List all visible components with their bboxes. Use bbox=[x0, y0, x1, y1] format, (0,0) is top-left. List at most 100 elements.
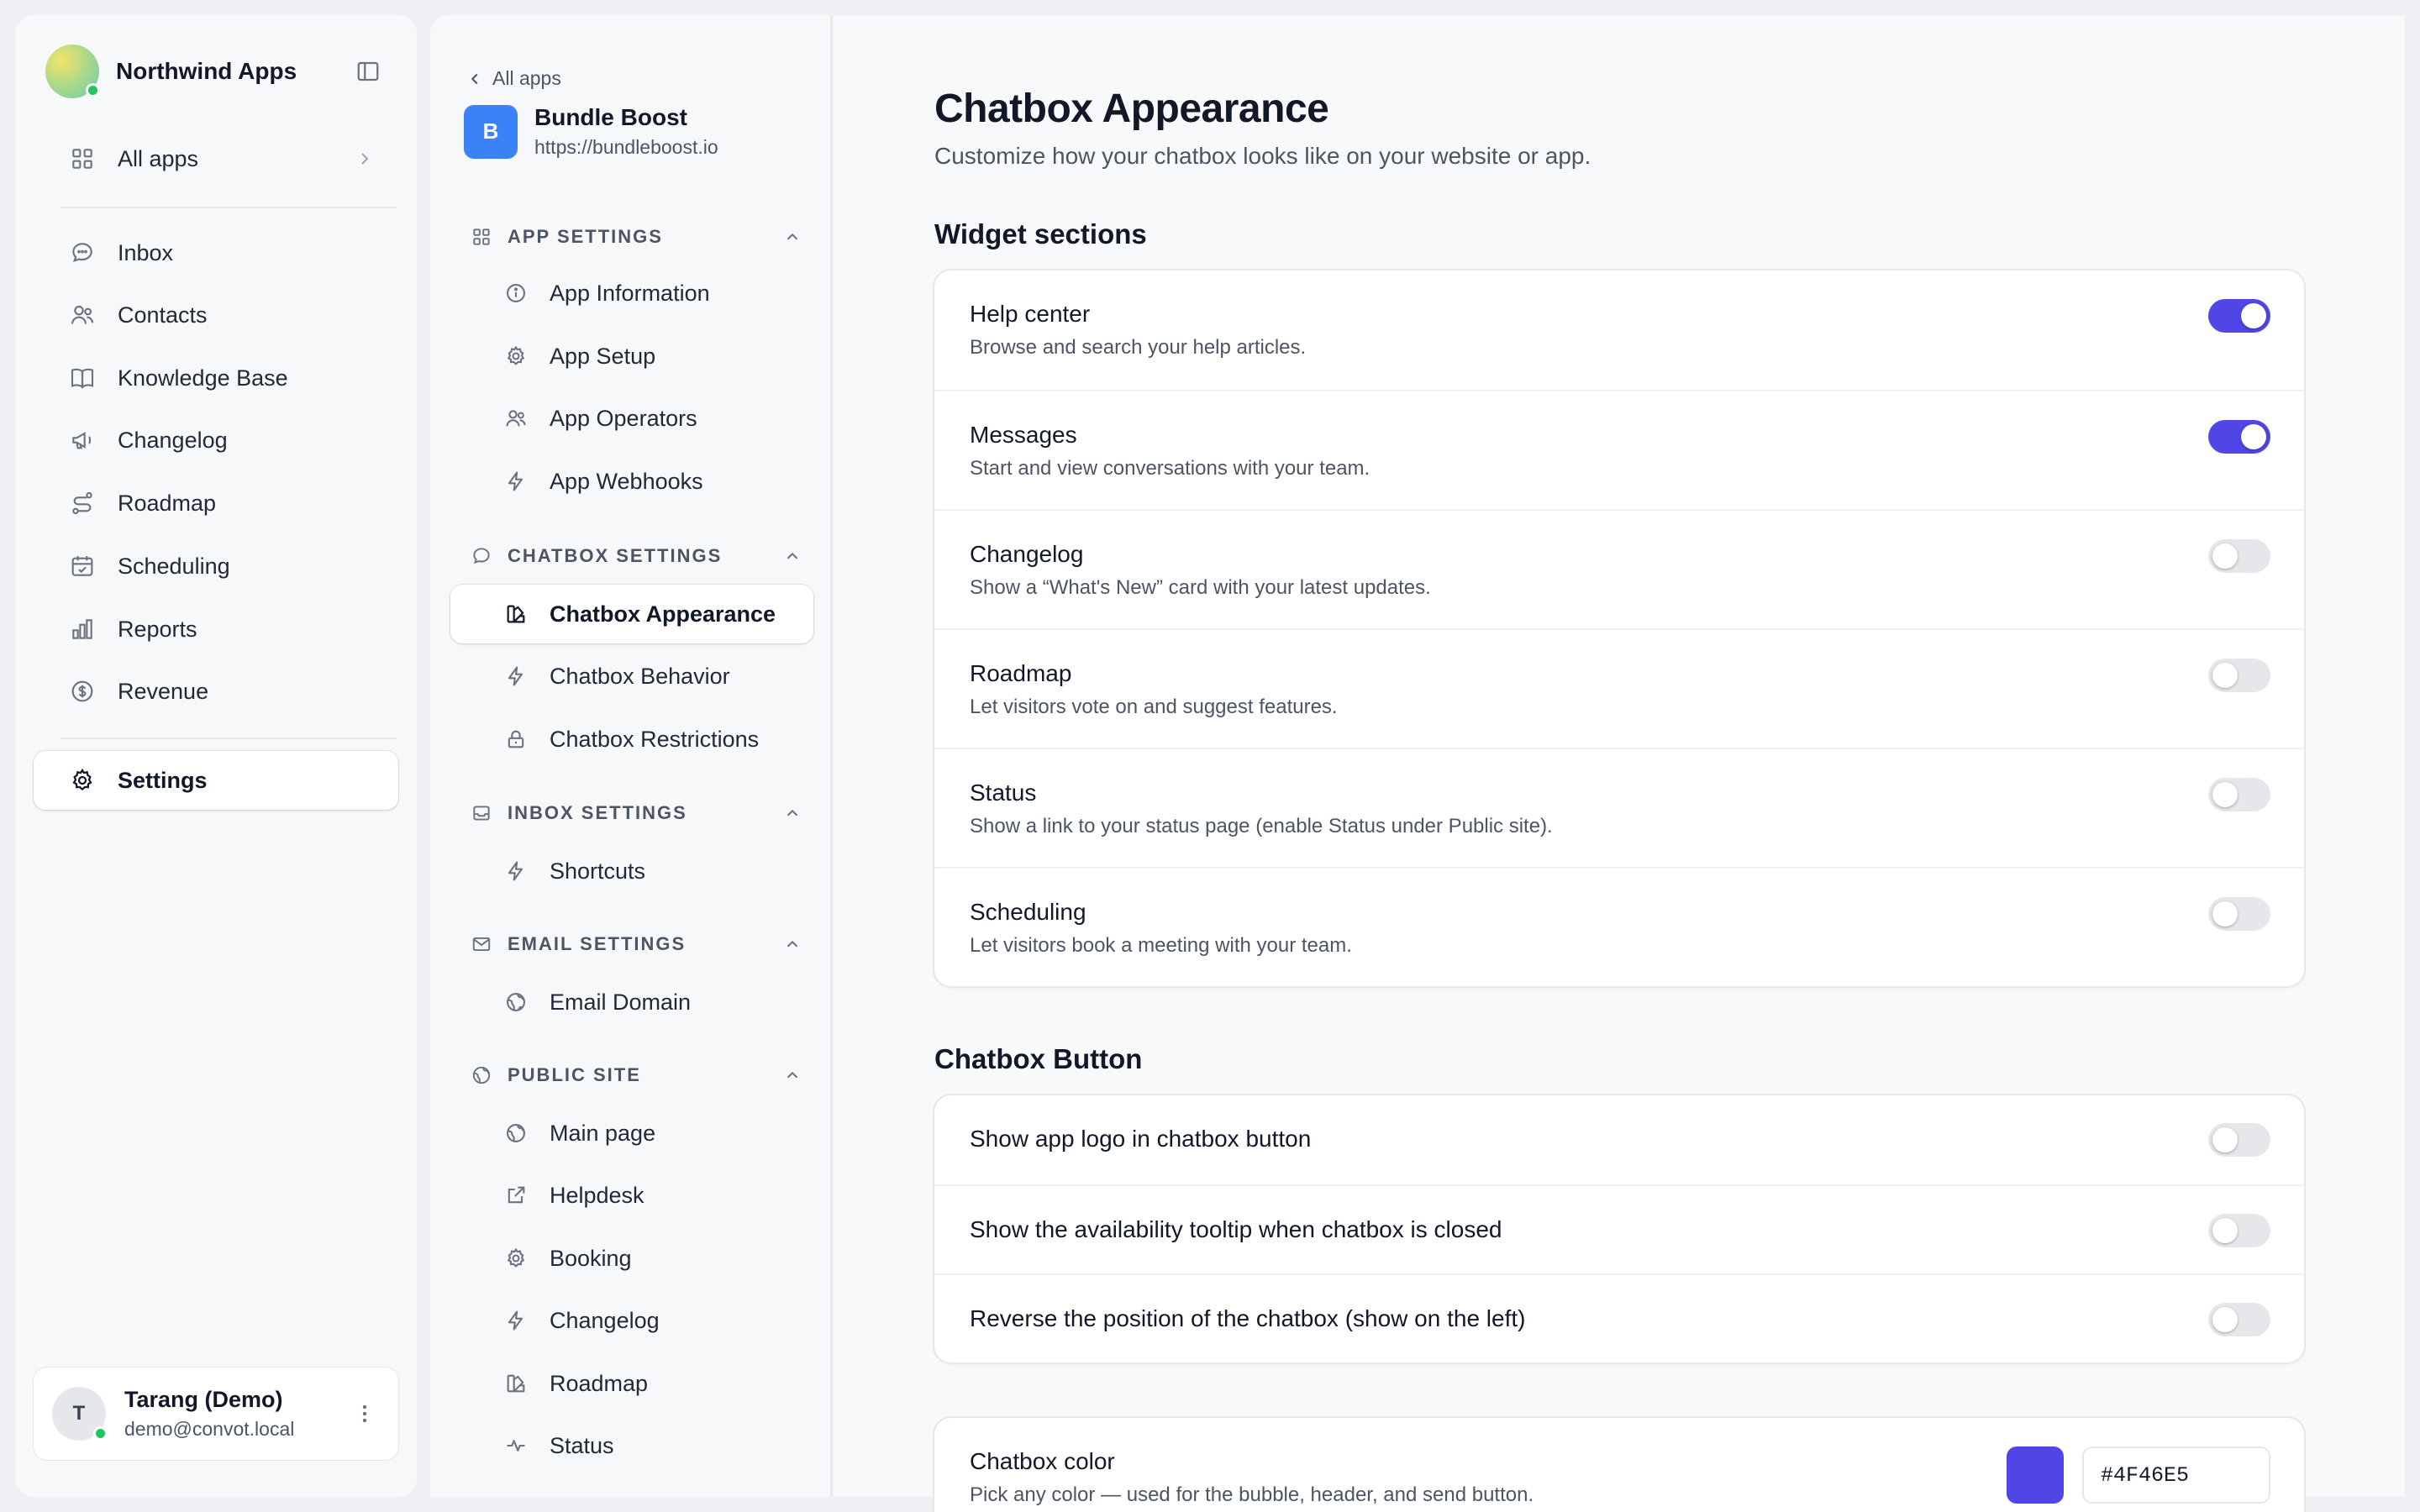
book-icon bbox=[71, 368, 94, 389]
panel-item-changelog[interactable]: Changelog bbox=[450, 1291, 813, 1350]
collapse-sidebar-button[interactable] bbox=[350, 53, 387, 90]
sidebar-item-scheduling[interactable]: Scheduling bbox=[34, 537, 398, 596]
online-indicator bbox=[86, 83, 100, 97]
bar-chart-icon bbox=[72, 619, 92, 639]
setting-row-roadmap: Roadmap Let visitors vote on and suggest… bbox=[934, 628, 2304, 748]
chatbox-color-card: Chatbox color Pick any color — used for … bbox=[934, 1418, 2304, 1512]
chatbox-button-title: Chatbox Button bbox=[934, 1043, 1143, 1074]
color-hex-input[interactable] bbox=[2082, 1446, 2270, 1504]
reverse-position-toggle[interactable] bbox=[2208, 1303, 2270, 1336]
sidebar-item-settings[interactable]: Settings bbox=[34, 751, 398, 810]
gear-icon bbox=[72, 768, 92, 791]
color-swatch[interactable] bbox=[2007, 1446, 2064, 1504]
setting-description: Browse and search your help articles. bbox=[970, 336, 1307, 359]
sidebar-item-label: Knowledge Base bbox=[118, 365, 288, 391]
setting-title: Messages bbox=[970, 422, 1077, 448]
sidebar-item-knowledge-base[interactable]: Knowledge Base bbox=[34, 349, 398, 407]
panel-item-app-setup[interactable]: App Setup bbox=[450, 327, 813, 386]
help-center-toggle[interactable] bbox=[2208, 299, 2270, 333]
gear-icon bbox=[507, 1247, 525, 1268]
section-email-settings[interactable]: EMAIL SETTINGS bbox=[471, 927, 802, 961]
setting-row-reverse-position: Reverse the position of the chatbox (sho… bbox=[934, 1273, 2304, 1362]
avatar: T bbox=[52, 1387, 108, 1441]
section-chatbox-settings[interactable]: CHATBOX SETTINGS bbox=[471, 539, 802, 573]
sidebar-item-revenue[interactable]: Revenue bbox=[34, 662, 398, 721]
sidebar-item-changelog[interactable]: Changelog bbox=[34, 411, 398, 470]
setting-row-status: Status Show a link to your status page (… bbox=[934, 748, 2304, 867]
lock-icon bbox=[508, 730, 524, 748]
sidebar-item-roadmap[interactable]: Roadmap bbox=[34, 474, 398, 533]
panel-item-shortcuts[interactable]: Shortcuts bbox=[450, 842, 813, 900]
panel-item-label: Helpdesk bbox=[550, 1182, 644, 1208]
panel-item-label: Main page bbox=[550, 1120, 656, 1146]
panel-item-email-domain[interactable]: Email Domain bbox=[450, 973, 813, 1032]
panel-item-label: Email Domain bbox=[550, 989, 692, 1015]
panel-item-app-information[interactable]: App Information bbox=[450, 264, 813, 323]
messages-toggle[interactable] bbox=[2208, 420, 2270, 454]
sidebar-item-label: All apps bbox=[118, 145, 199, 171]
bolt-icon bbox=[508, 666, 523, 686]
status-toggle[interactable] bbox=[2208, 778, 2270, 811]
page-subtitle: Customize how your chatbox looks like on… bbox=[934, 143, 1591, 169]
brand-logo bbox=[45, 45, 100, 98]
show-logo-toggle[interactable] bbox=[2208, 1123, 2270, 1157]
setting-description: Let visitors vote on and suggest feature… bbox=[970, 696, 1338, 718]
setting-title: Status bbox=[970, 780, 1037, 806]
availability-tooltip-toggle[interactable] bbox=[2208, 1214, 2270, 1247]
panel-item-chatbox-behavior[interactable]: Chatbox Behavior bbox=[450, 647, 813, 706]
setting-row-scheduling: Scheduling Let visitors book a meeting w… bbox=[934, 867, 2304, 986]
panel-item-helpdesk[interactable]: Helpdesk bbox=[450, 1166, 813, 1225]
palette-icon bbox=[507, 1374, 525, 1393]
chevron-up-icon bbox=[786, 1071, 798, 1079]
panel-item-booking[interactable]: Booking bbox=[450, 1229, 813, 1288]
panel-item-status[interactable]: Status bbox=[450, 1416, 813, 1475]
panel-item-app-operators[interactable]: App Operators bbox=[450, 389, 813, 448]
chevron-up-icon bbox=[786, 552, 798, 559]
section-title: INBOX SETTINGS bbox=[508, 802, 687, 823]
app-name: Bundle Boost bbox=[534, 104, 687, 130]
user-email: demo@convot.local bbox=[124, 1418, 295, 1440]
divider bbox=[60, 207, 397, 208]
changelog-toggle[interactable] bbox=[2208, 539, 2270, 573]
section-app-settings[interactable]: APP SETTINGS bbox=[471, 220, 802, 254]
setting-description: Show a “What's New” card with your lates… bbox=[970, 576, 1431, 599]
section-inbox-settings[interactable]: INBOX SETTINGS bbox=[471, 796, 802, 830]
setting-title: Scheduling bbox=[970, 899, 1086, 925]
panel-item-label: App Information bbox=[550, 280, 710, 306]
panel-item-label: Changelog bbox=[550, 1307, 660, 1333]
grid-icon bbox=[72, 149, 92, 169]
scheduling-toggle[interactable] bbox=[2208, 897, 2270, 931]
globe-icon bbox=[507, 1124, 525, 1142]
panel-item-main-page[interactable]: Main page bbox=[450, 1104, 813, 1163]
panel-item-chatbox-restrictions[interactable]: Chatbox Restrictions bbox=[450, 710, 813, 769]
sidebar-item-reports[interactable]: Reports bbox=[34, 600, 398, 659]
globe-icon bbox=[472, 1066, 491, 1084]
section-public-site[interactable]: PUBLIC SITE bbox=[471, 1058, 802, 1092]
panel-item-roadmap[interactable]: Roadmap bbox=[450, 1354, 813, 1413]
setting-row-availability-tooltip: Show the availability tooltip when chatb… bbox=[934, 1184, 2304, 1273]
main-sidebar: Northwind Apps All apps Inbox Contacts K… bbox=[15, 15, 417, 1497]
widget-sections-title: Widget sections bbox=[934, 218, 1147, 249]
setting-description: Let visitors book a meeting with your te… bbox=[970, 934, 1352, 957]
panel-item-label: Status bbox=[550, 1432, 614, 1458]
section-title: EMAIL SETTINGS bbox=[508, 933, 687, 954]
panel-item-chatbox-appearance[interactable]: Chatbox Appearance bbox=[450, 585, 813, 643]
bolt-icon bbox=[508, 471, 523, 491]
more-vertical-icon[interactable] bbox=[355, 1400, 375, 1427]
sidebar-item-label: Revenue bbox=[118, 678, 209, 704]
main-content: Chatbox Appearance Customize how your ch… bbox=[834, 15, 2405, 1512]
setting-row-help-center: Help center Browse and search your help … bbox=[934, 270, 2304, 390]
setting-row-messages: Messages Start and view conversations wi… bbox=[934, 390, 2304, 509]
sidebar-item-contacts[interactable]: Contacts bbox=[34, 286, 398, 344]
chat-bubble-icon bbox=[72, 243, 92, 263]
sidebar-item-all-apps[interactable]: All apps bbox=[34, 129, 398, 188]
grid-icon bbox=[473, 228, 490, 245]
roadmap-toggle[interactable] bbox=[2208, 659, 2270, 692]
section-title: APP SETTINGS bbox=[508, 226, 663, 247]
app-settings-panel: All apps B Bundle Boost https://bundlebo… bbox=[430, 15, 832, 1497]
sidebar-item-inbox[interactable]: Inbox bbox=[34, 223, 398, 282]
back-to-all-apps-link[interactable]: All apps bbox=[466, 67, 561, 90]
panel-item-app-webhooks[interactable]: App Webhooks bbox=[450, 452, 813, 511]
app-badge: B bbox=[464, 104, 518, 159]
user-card[interactable]: T Tarang (Demo) demo@convot.local bbox=[34, 1368, 398, 1460]
